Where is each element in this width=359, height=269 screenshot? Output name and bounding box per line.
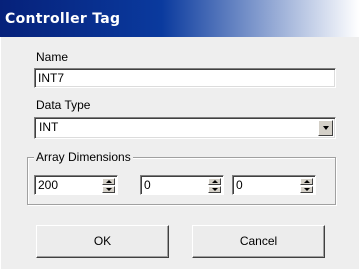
arrow-up-icon [304, 180, 310, 183]
window-title: Controller Tag [5, 11, 121, 27]
arrow-down-icon [212, 188, 218, 191]
dimension-2-decrement-button[interactable] [300, 186, 313, 193]
chevron-down-icon [323, 126, 329, 130]
dimension-1-increment-button[interactable] [208, 178, 221, 185]
name-field[interactable]: INT7 [34, 68, 336, 88]
dimension-1-spin-buttons [208, 178, 221, 193]
dimension-1-decrement-button[interactable] [208, 186, 221, 193]
dimension-1-value: 0 [144, 178, 151, 192]
arrow-down-icon [304, 188, 310, 191]
dimension-0-increment-button[interactable] [102, 178, 115, 185]
dimension-2-increment-button[interactable] [300, 178, 313, 185]
ok-button[interactable]: OK [36, 225, 169, 258]
arrow-up-icon [212, 180, 218, 183]
dimension-2-value: 0 [236, 178, 243, 192]
data-type-select[interactable]: INT [34, 117, 336, 139]
array-dimensions-legend: Array Dimensions [34, 150, 133, 164]
dimension-0-value: 200 [38, 178, 59, 192]
dimension-0-stepper[interactable]: 200 [34, 175, 118, 195]
arrow-up-icon [106, 180, 112, 183]
cancel-button[interactable]: Cancel [192, 225, 325, 258]
controller-tag-dialog: Controller Tag Name INT7 Data Type INT A… [0, 0, 359, 269]
dimension-2-stepper[interactable]: 0 [232, 175, 316, 195]
name-label: Name [36, 50, 69, 64]
dimension-1-stepper[interactable]: 0 [140, 175, 224, 195]
title-bar[interactable]: Controller Tag [0, 0, 359, 37]
data-type-label: Data Type [36, 98, 91, 112]
dimension-0-spin-buttons [102, 178, 115, 193]
dropdown-button[interactable] [318, 120, 333, 136]
data-type-value: INT [39, 120, 59, 134]
dimension-0-decrement-button[interactable] [102, 186, 115, 193]
dimension-2-spin-buttons [300, 178, 313, 193]
arrow-down-icon [106, 188, 112, 191]
